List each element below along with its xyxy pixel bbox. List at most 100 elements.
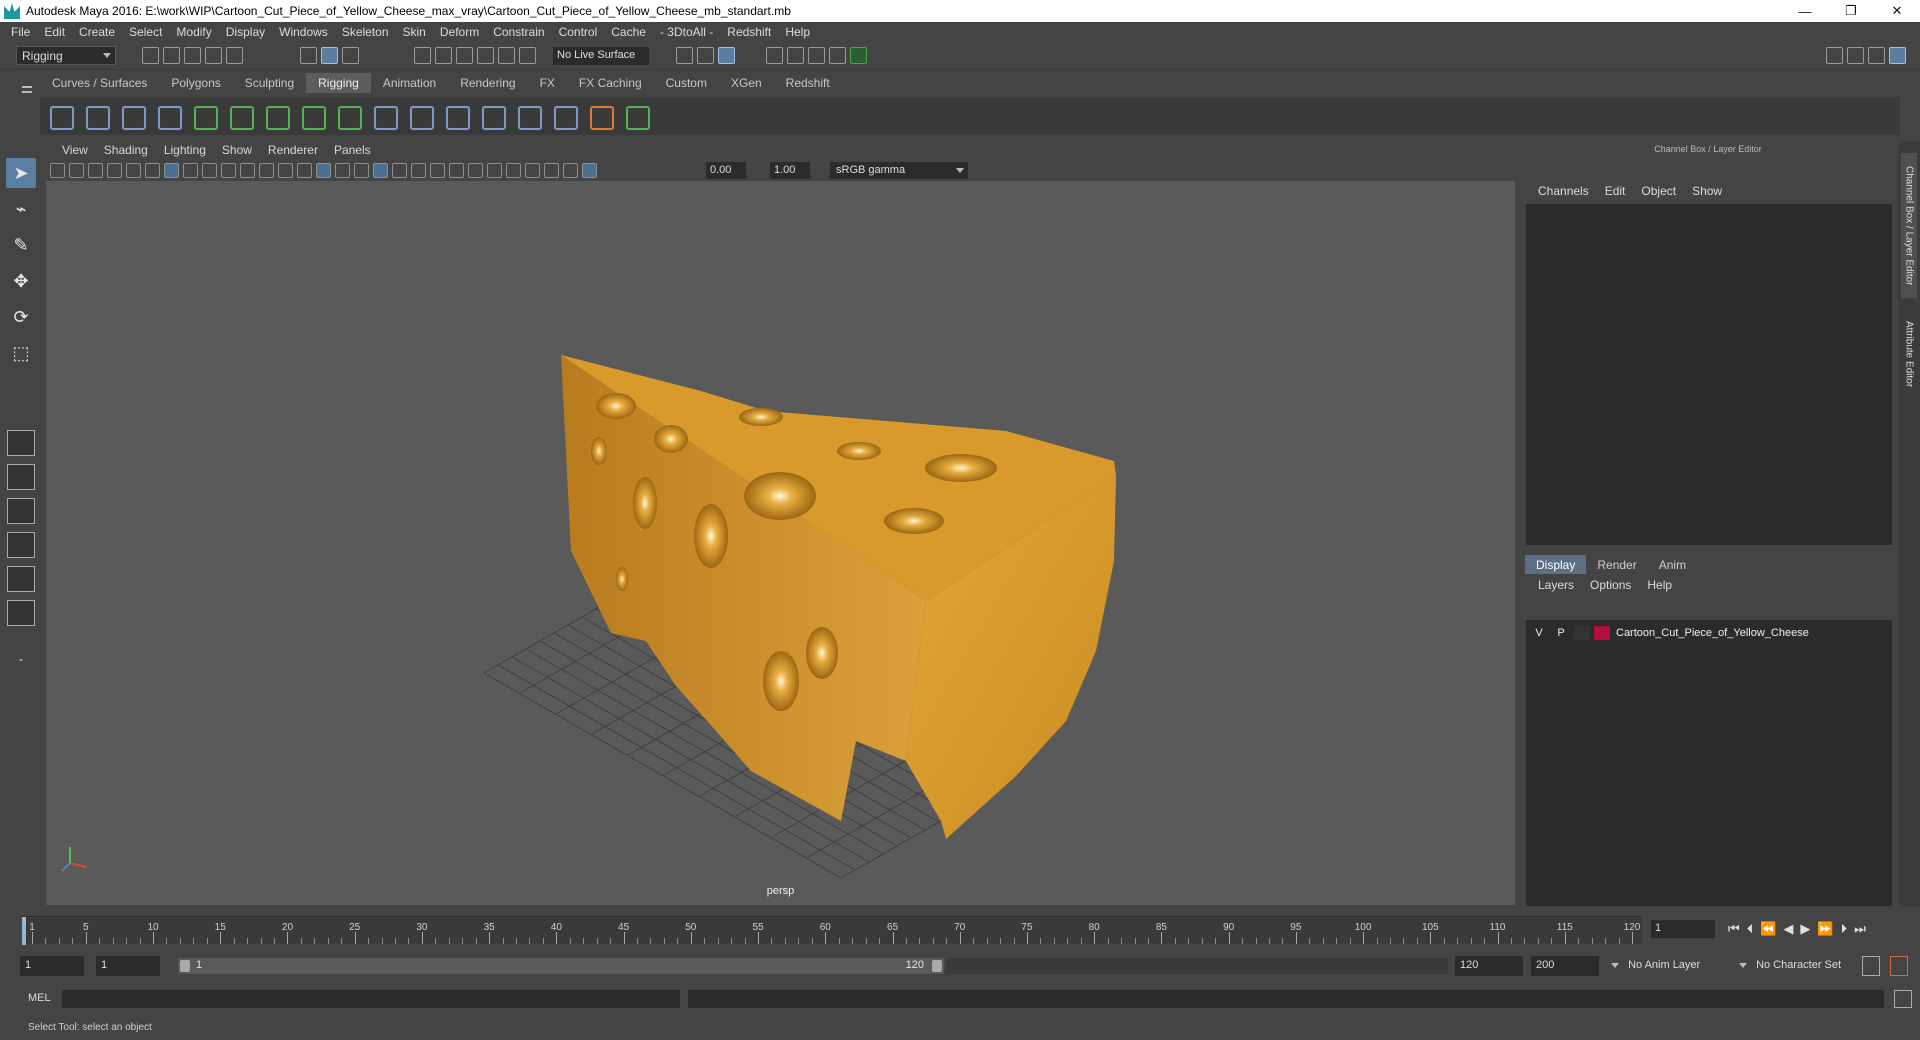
select-hierarchy-icon[interactable] <box>300 47 317 64</box>
bind-skin-icon[interactable] <box>226 102 254 130</box>
hik-icon[interactable] <box>622 102 650 130</box>
step-back-key-icon[interactable]: ⏪ <box>1760 921 1776 937</box>
menu-deform[interactable]: Deform <box>433 25 486 39</box>
end-time-field[interactable]: 200 <box>1531 956 1599 976</box>
playback-end-field[interactable]: 120 <box>1455 956 1523 976</box>
attribute-editor-toggle-icon[interactable] <box>1847 47 1864 64</box>
vp-menu-show[interactable]: Show <box>214 143 260 157</box>
tab-sculpting[interactable]: Sculpting <box>233 73 306 93</box>
ik-spline-icon[interactable] <box>118 102 146 130</box>
live-surface-field[interactable]: No Live Surface <box>553 47 649 65</box>
point-constraint-icon[interactable] <box>442 102 470 130</box>
output-ops-icon[interactable] <box>697 47 714 64</box>
command-input[interactable] <box>62 990 680 1008</box>
pole-vector-icon[interactable] <box>514 102 542 130</box>
menu-3dtoall[interactable]: - 3DtoAll - <box>653 25 720 39</box>
new-scene-icon[interactable] <box>142 47 159 64</box>
tab-custom[interactable]: Custom <box>654 73 719 93</box>
scale-tool-icon[interactable]: ⬚ <box>6 338 36 368</box>
snap-view-plane-icon[interactable] <box>498 47 515 64</box>
redo-icon[interactable] <box>226 47 243 64</box>
tab-rigging[interactable]: Rigging <box>306 73 371 93</box>
default-material-icon[interactable] <box>335 162 350 178</box>
go-to-end-icon[interactable]: ⏭ <box>1854 921 1866 937</box>
snap-curve-icon[interactable] <box>435 47 452 64</box>
vp-menu-shading[interactable]: Shading <box>96 143 156 157</box>
textured-icon[interactable] <box>373 162 388 178</box>
auto-key-icon[interactable] <box>1862 956 1880 976</box>
grid-toggle-icon[interactable] <box>164 162 179 178</box>
anim-preferences-icon[interactable] <box>1890 956 1908 976</box>
paint-select-tool-icon[interactable]: ✎ <box>6 230 36 260</box>
select-component-icon[interactable] <box>342 47 359 64</box>
ipr-render-icon[interactable] <box>808 47 825 64</box>
tab-redshift[interactable]: Redshift <box>774 73 842 93</box>
rotate-tool-icon[interactable]: ⟳ <box>6 302 36 332</box>
exposure-icon[interactable] <box>582 162 597 178</box>
menu-windows[interactable]: Windows <box>272 25 335 39</box>
menu-modify[interactable]: Modify <box>169 25 218 39</box>
vp-menu-lighting[interactable]: Lighting <box>156 143 214 157</box>
character-set-dropdown[interactable]: No Character Set <box>1734 956 1864 976</box>
input-ops-icon[interactable] <box>676 47 693 64</box>
render-view-icon[interactable] <box>766 47 783 64</box>
snap-grid-icon[interactable] <box>414 47 431 64</box>
four-pane-layout-icon[interactable] <box>7 464 35 490</box>
smooth-shade-icon[interactable] <box>316 162 331 178</box>
color-space-dropdown[interactable]: sRGB gamma <box>830 162 968 179</box>
side-tab-channel-box[interactable]: Channel Box / Layer Editor <box>1901 153 1917 298</box>
insert-joint-icon[interactable] <box>154 102 182 130</box>
two-pane-layout-icon[interactable] <box>7 498 35 524</box>
shadows-icon[interactable] <box>411 162 426 178</box>
tab-render[interactable]: Render <box>1586 555 1647 574</box>
multisample-aa-icon[interactable] <box>468 162 483 178</box>
go-to-start-icon[interactable]: ⏮ <box>1728 921 1740 937</box>
smooth-skin-icon[interactable] <box>262 102 290 130</box>
render-current-icon[interactable] <box>787 47 804 64</box>
menu-create[interactable]: Create <box>72 25 122 39</box>
hypershade-icon[interactable] <box>850 47 867 64</box>
2d-pan-zoom-icon[interactable] <box>126 162 141 178</box>
time-slider-track[interactable]: 1 5 10 15 20 25 30 35 40 45 50 55 60 65 70 75 80 85 90 95 10… <box>22 916 1642 945</box>
menu-redshift[interactable]: Redshift <box>720 25 778 39</box>
command-language-label[interactable]: MEL <box>28 992 51 1004</box>
parent-constraint-icon[interactable] <box>406 102 434 130</box>
camera-select-icon[interactable] <box>50 162 65 178</box>
bookmark-icon[interactable] <box>88 162 103 178</box>
tab-anim[interactable]: Anim <box>1648 555 1697 574</box>
menu-help[interactable]: Help <box>778 25 817 39</box>
le-menu-layers[interactable]: Layers <box>1530 578 1582 592</box>
gamma-field[interactable]: 1.00 <box>770 162 810 179</box>
tab-polygons[interactable]: Polygons <box>159 73 232 93</box>
screen-space-ao-icon[interactable] <box>430 162 445 178</box>
undo-icon[interactable] <box>205 47 222 64</box>
menu-set-dropdown[interactable]: Rigging <box>16 46 116 65</box>
side-tab-attribute-editor[interactable]: Attribute Editor <box>1901 309 1917 399</box>
safe-title-icon[interactable] <box>278 162 293 178</box>
channel-box-area[interactable] <box>1526 204 1892 545</box>
select-object-icon[interactable] <box>321 47 338 64</box>
joint-tool-icon[interactable] <box>46 102 74 130</box>
le-menu-options[interactable]: Options <box>1582 578 1639 592</box>
step-forward-key-icon[interactable]: ⏩ <box>1817 921 1833 937</box>
minimize-button[interactable]: — <box>1782 0 1828 22</box>
camera-attributes-icon[interactable] <box>69 162 84 178</box>
select-tool-icon[interactable]: ➤ <box>6 158 36 188</box>
open-scene-icon[interactable] <box>163 47 180 64</box>
script-editor-icon[interactable] <box>1894 990 1912 1008</box>
playback-start-field[interactable]: 1 <box>96 956 160 976</box>
tab-display[interactable]: Display <box>1525 555 1587 574</box>
move-tool-icon[interactable]: ✥ <box>6 266 36 296</box>
viewport-canvas[interactable]: persp <box>46 181 1515 905</box>
snap-point-icon[interactable] <box>456 47 473 64</box>
tab-fx[interactable]: FX <box>528 73 567 93</box>
xray-joints-icon[interactable] <box>563 162 578 178</box>
save-scene-icon[interactable] <box>184 47 201 64</box>
maximize-button[interactable]: ❐ <box>1828 0 1874 22</box>
make-live-icon[interactable] <box>519 47 536 64</box>
orient-constraint-icon[interactable] <box>370 102 398 130</box>
tool-settings-toggle-icon[interactable] <box>1868 47 1885 64</box>
resolution-gate-icon[interactable] <box>202 162 217 178</box>
image-plane-icon[interactable] <box>107 162 122 178</box>
layer-visibility-toggle[interactable]: V <box>1530 627 1548 639</box>
